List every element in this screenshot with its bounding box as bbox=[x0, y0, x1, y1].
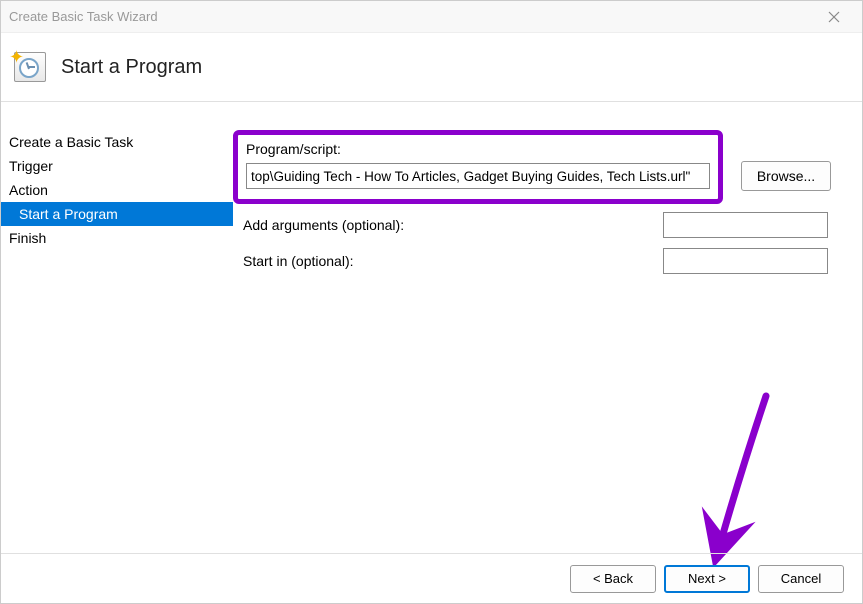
step-create-basic-task[interactable]: Create a Basic Task bbox=[1, 130, 233, 154]
arguments-input[interactable] bbox=[663, 212, 828, 238]
startin-row: Start in (optional): bbox=[233, 248, 838, 274]
startin-input[interactable] bbox=[663, 248, 828, 274]
program-script-label: Program/script: bbox=[246, 141, 710, 157]
wizard-clock-icon: ✦ bbox=[11, 49, 47, 85]
arguments-label: Add arguments (optional): bbox=[243, 217, 663, 233]
back-button[interactable]: < Back bbox=[570, 565, 656, 593]
browse-button[interactable]: Browse... bbox=[741, 161, 831, 191]
close-button[interactable] bbox=[814, 3, 854, 31]
next-button[interactable]: Next > bbox=[664, 565, 750, 593]
wizard-header: ✦ Start a Program bbox=[1, 33, 862, 101]
content-area: Create a Basic Task Trigger Action Start… bbox=[1, 102, 862, 553]
step-action[interactable]: Action bbox=[1, 178, 233, 202]
step-start-a-program[interactable]: Start a Program bbox=[1, 202, 233, 226]
title-bar: Create Basic Task Wizard bbox=[1, 1, 862, 33]
step-finish[interactable]: Finish bbox=[1, 226, 233, 250]
wizard-footer: < Back Next > Cancel bbox=[1, 553, 862, 603]
program-script-input[interactable] bbox=[246, 163, 710, 189]
step-trigger[interactable]: Trigger bbox=[1, 154, 233, 178]
close-icon bbox=[828, 11, 840, 23]
arguments-row: Add arguments (optional): bbox=[233, 212, 838, 238]
wizard-steps-sidebar: Create a Basic Task Trigger Action Start… bbox=[1, 102, 233, 553]
main-panel: Program/script: Browse... Add arguments … bbox=[233, 102, 862, 553]
cancel-button[interactable]: Cancel bbox=[758, 565, 844, 593]
startin-label: Start in (optional): bbox=[243, 253, 663, 269]
window-title: Create Basic Task Wizard bbox=[9, 9, 814, 24]
page-title: Start a Program bbox=[61, 56, 202, 79]
program-script-highlight: Program/script: bbox=[233, 130, 723, 204]
